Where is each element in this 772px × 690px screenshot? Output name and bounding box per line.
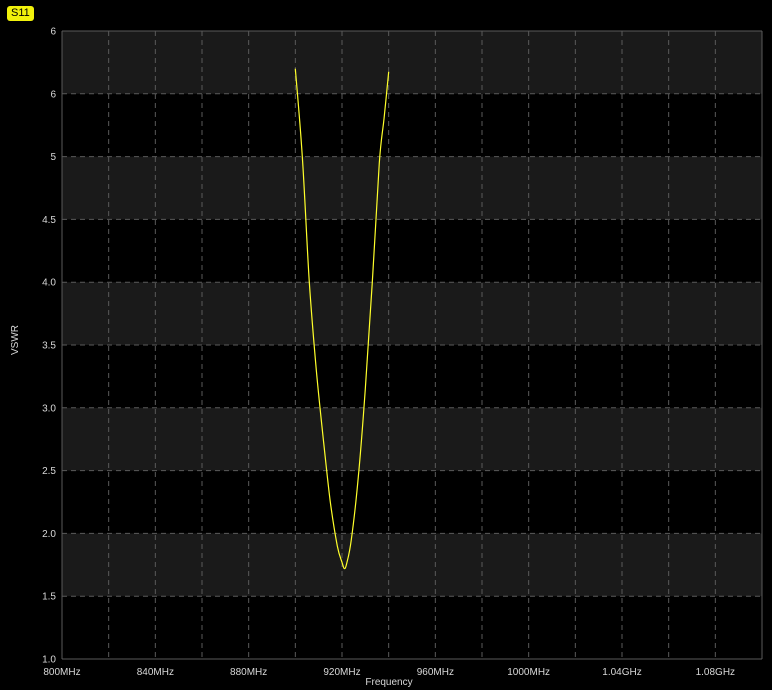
- plot-band: [62, 282, 762, 345]
- x-tick-label: 1000MHz: [507, 667, 550, 678]
- y-tick-label: 4.0: [42, 278, 56, 289]
- x-tick-label: 1.04GHz: [602, 667, 641, 678]
- y-tick-label: 4.5: [42, 215, 56, 226]
- x-tick-label: 800MHz: [43, 667, 80, 678]
- trace-label-badge[interactable]: S11: [7, 6, 34, 21]
- y-tick-label: 1.0: [42, 655, 56, 666]
- y-tick-label: 6: [50, 27, 56, 38]
- y-tick-label: 6: [50, 89, 56, 100]
- x-tick-label: 920MHz: [323, 667, 360, 678]
- x-axis-title: Frequency: [365, 677, 412, 688]
- y-tick-label: 2.0: [42, 529, 56, 540]
- y-axis-title: VSWR: [10, 325, 21, 355]
- y-tick-label: 1.5: [42, 592, 56, 603]
- x-tick-label: 1.08GHz: [696, 667, 735, 678]
- x-tick-label: 840MHz: [137, 667, 174, 678]
- y-tick-label: 2.5: [42, 466, 56, 477]
- y-tick-label: 3.5: [42, 341, 56, 352]
- y-tick-label: 3.0: [42, 403, 56, 414]
- vswr-chart: 800MHz 840MHz 880MHz 920MHz 960MHz 1000MHz 1.0…: [0, 0, 772, 690]
- plot-band: [62, 533, 762, 597]
- x-tick-label: 960MHz: [417, 667, 454, 678]
- plot-band: [62, 407, 762, 471]
- x-tick-label: 880MHz: [230, 667, 267, 678]
- plot-band: [62, 31, 762, 94]
- y-tick-label: 5: [50, 152, 56, 163]
- plot-band: [62, 156, 762, 220]
